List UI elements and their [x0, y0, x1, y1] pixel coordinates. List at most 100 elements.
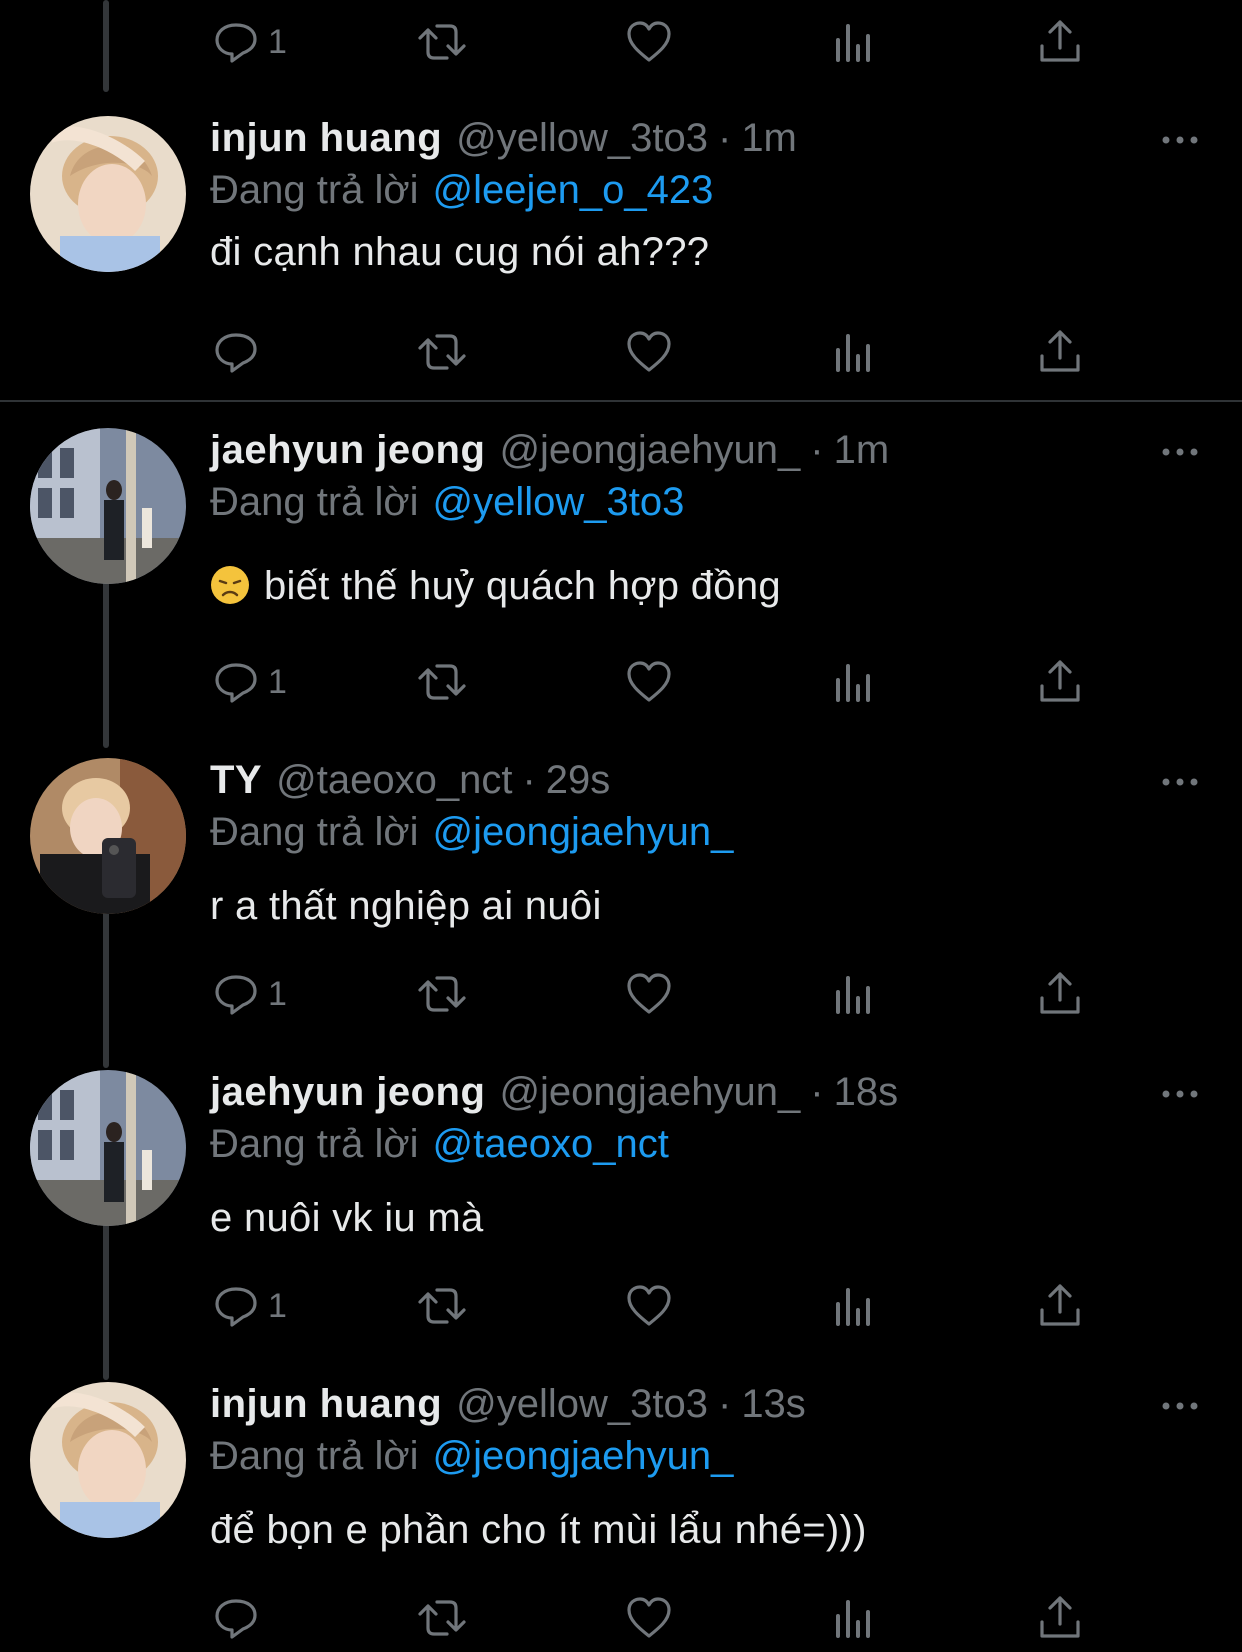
display-name[interactable]: jaehyun jeong [210, 428, 485, 473]
like-icon [623, 1592, 675, 1644]
display-name[interactable]: TY [210, 758, 262, 803]
tweet-text: đi cạnh nhau cug nói ah??? [210, 230, 710, 274]
more-icon [1162, 136, 1198, 144]
views-button[interactable] [828, 966, 880, 1022]
display-name[interactable]: injun huang [210, 1382, 442, 1427]
reply-count: 1 [268, 974, 287, 1013]
separator-dot: · [810, 1070, 824, 1114]
like-button[interactable] [623, 14, 675, 70]
reply-button[interactable]: 1 [210, 1278, 287, 1334]
views-icon [828, 968, 880, 1020]
reply-icon [210, 1280, 262, 1332]
more-button[interactable] [1160, 442, 1200, 462]
share-icon [1034, 1280, 1086, 1332]
replying-to: Đang trả lời @jeongjaehyun_ [210, 1434, 733, 1479]
views-button[interactable] [828, 654, 880, 710]
tweet-header: injun huang @yellow_3to3 · 1m [210, 116, 797, 170]
share-button[interactable] [1034, 324, 1086, 380]
tweet-text: r a thất nghiệp ai nuôi [210, 884, 602, 928]
timestamp[interactable]: 13s [741, 1382, 806, 1427]
timestamp[interactable]: 1m [741, 116, 797, 161]
more-button[interactable] [1160, 130, 1200, 150]
share-icon [1034, 16, 1086, 68]
retweet-button[interactable] [416, 966, 468, 1022]
separator-dot: · [717, 116, 732, 160]
avatar[interactable] [30, 1070, 186, 1226]
like-icon [623, 968, 675, 1020]
reply-button[interactable]: 1 [210, 966, 287, 1022]
like-button[interactable] [623, 1278, 675, 1334]
views-button[interactable] [828, 1590, 880, 1646]
like-button[interactable] [623, 324, 675, 380]
more-button[interactable] [1160, 772, 1200, 792]
more-icon [1162, 448, 1198, 456]
views-button[interactable] [828, 1278, 880, 1334]
user-handle[interactable]: @jeongjaehyun_ [499, 1070, 800, 1115]
like-button[interactable] [623, 966, 675, 1022]
retweet-button[interactable] [416, 1590, 468, 1646]
share-button[interactable] [1034, 14, 1086, 70]
retweet-button[interactable] [416, 14, 468, 70]
replying-to-label: Đang trả lời [210, 810, 419, 854]
user-handle[interactable]: @yellow_3to3 [456, 1382, 708, 1427]
share-button[interactable] [1034, 966, 1086, 1022]
retweet-button[interactable] [416, 1278, 468, 1334]
views-button[interactable] [828, 14, 880, 70]
views-button[interactable] [828, 324, 880, 380]
tweet-text-row: biết thế huỷ quách hợp đồng [210, 564, 781, 609]
more-button[interactable] [1160, 1396, 1200, 1416]
user-handle[interactable]: @jeongjaehyun_ [499, 428, 800, 473]
like-button[interactable] [623, 654, 675, 710]
like-icon [623, 16, 675, 68]
views-icon [828, 1280, 880, 1332]
reply-button[interactable] [210, 324, 268, 380]
reply-button[interactable]: 1 [210, 14, 287, 70]
tweet-header: TY @taeoxo_nct · 29s [210, 758, 610, 812]
like-icon [623, 326, 675, 378]
mention-link[interactable]: @leejen_o_423 [433, 168, 714, 212]
more-button[interactable] [1160, 1084, 1200, 1104]
mention-link[interactable]: @taeoxo_nct [433, 1122, 669, 1166]
mention-link[interactable]: @jeongjaehyun_ [433, 810, 734, 854]
avatar[interactable] [30, 1382, 186, 1538]
mention-link[interactable]: @yellow_3to3 [433, 480, 685, 524]
avatar[interactable] [30, 116, 186, 272]
tweet-text: để bọn e phần cho ít mùi lẩu nhé=))) [210, 1508, 867, 1552]
display-name[interactable]: jaehyun jeong [210, 1070, 485, 1115]
share-icon [1034, 1592, 1086, 1644]
reply-icon [210, 16, 262, 68]
user-handle[interactable]: @yellow_3to3 [456, 116, 708, 161]
replying-to-label: Đang trả lời [210, 1122, 419, 1166]
timestamp[interactable]: 29s [546, 758, 611, 803]
replying-to-label: Đang trả lời [210, 1434, 419, 1478]
share-button[interactable] [1034, 654, 1086, 710]
timestamp[interactable]: 1m [834, 428, 890, 473]
reply-button[interactable]: 1 [210, 654, 287, 710]
tweet-actions: 1 [0, 966, 1242, 1022]
more-icon [1162, 1090, 1198, 1098]
display-name[interactable]: injun huang [210, 116, 442, 161]
tweet-actions: 1 [0, 1278, 1242, 1334]
thread-screen: 1 injun huang @yellow_3to3 · 1m Đang trả… [0, 0, 1242, 1652]
separator-dot: · [522, 758, 536, 802]
reply-icon [210, 656, 262, 708]
timestamp[interactable]: 18s [834, 1070, 899, 1115]
like-icon [623, 1280, 675, 1332]
tweet-text: e nuôi vk iu mà [210, 1196, 484, 1240]
user-handle[interactable]: @taeoxo_nct [276, 758, 512, 803]
reply-count: 1 [268, 662, 287, 701]
replying-to: Đang trả lời @yellow_3to3 [210, 480, 684, 525]
tweet-actions: 1 [0, 14, 1242, 70]
tweet-divider [0, 400, 1242, 402]
retweet-button[interactable] [416, 324, 468, 380]
share-button[interactable] [1034, 1278, 1086, 1334]
share-button[interactable] [1034, 1590, 1086, 1646]
views-icon [828, 326, 880, 378]
avatar[interactable] [30, 758, 186, 914]
retweet-button[interactable] [416, 654, 468, 710]
replying-to: Đang trả lời @leejen_o_423 [210, 168, 713, 213]
avatar[interactable] [30, 428, 186, 584]
reply-button[interactable] [210, 1590, 268, 1646]
like-button[interactable] [623, 1590, 675, 1646]
mention-link[interactable]: @jeongjaehyun_ [433, 1434, 734, 1478]
